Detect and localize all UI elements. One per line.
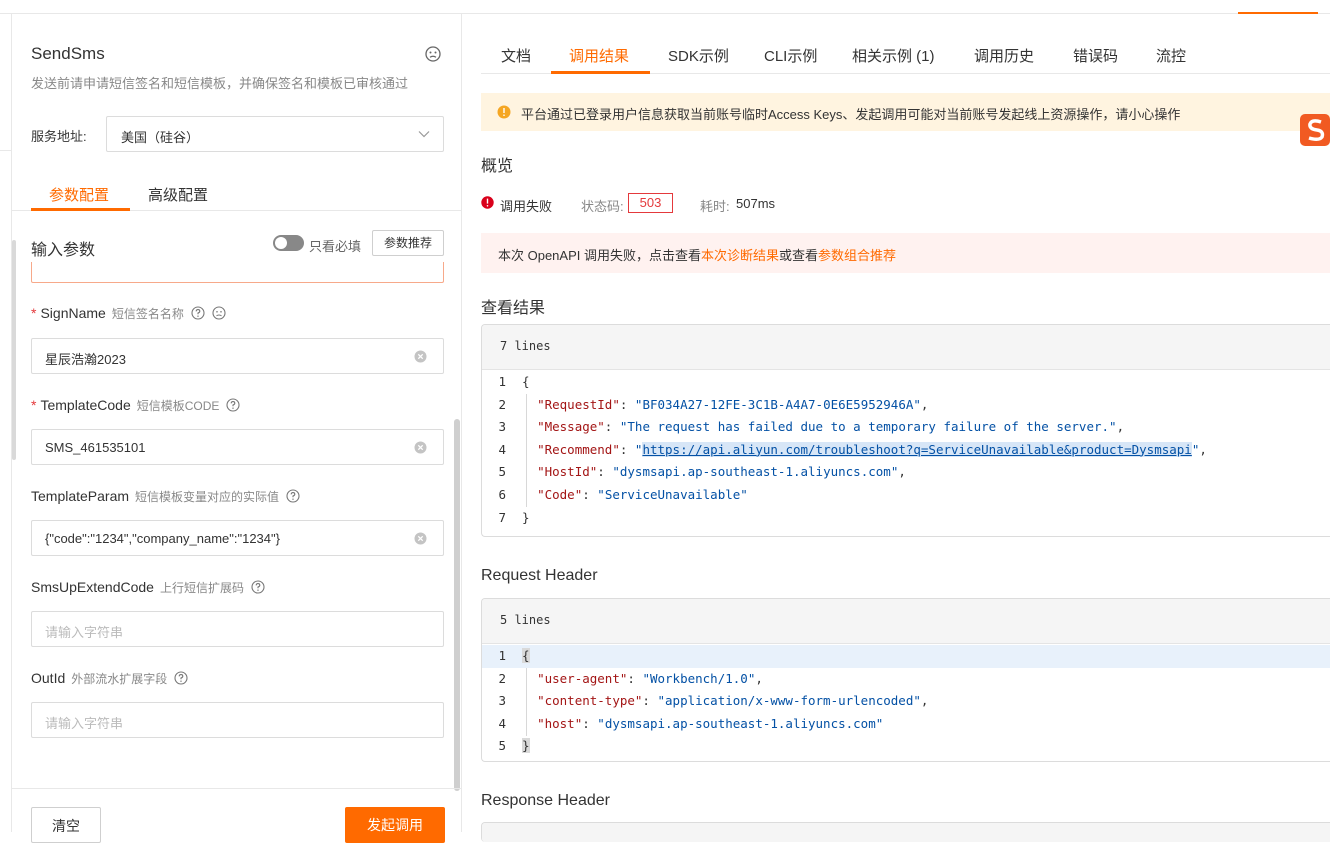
- face-neutral-icon[interactable]: [425, 46, 441, 62]
- code-line: 5}: [498, 738, 530, 754]
- response-header-title: Response Header: [481, 792, 610, 809]
- elapsed-label: 耗时:: [700, 199, 730, 214]
- smsupextendcode-input[interactable]: 请输入字符串: [31, 611, 444, 647]
- warning-banner: 平台通过已登录用户信息获取当前账号临时Access Keys、发起调用可能对当前…: [481, 93, 1330, 131]
- input-params-title: 输入参数: [31, 242, 96, 259]
- outid-placeholder: 请输入字符串: [45, 716, 124, 731]
- response-header-head: [482, 823, 1330, 842]
- field-label-templatecode: * TemplateCode 短信模板CODE: [31, 397, 240, 414]
- code-line: 4 "host": "dysmsapi.ap-southeast-1.aliyu…: [498, 715, 884, 731]
- response-header-code-viewer[interactable]: [481, 822, 1330, 842]
- code-line: 5 "HostId": "dysmsapi.ap-southeast-1.ali…: [498, 464, 906, 480]
- tab-cli-example[interactable]: CLI示例: [764, 45, 817, 66]
- question-circle-icon[interactable]: [191, 306, 205, 320]
- param-combo-recommend-link[interactable]: 参数组合推荐: [818, 248, 896, 263]
- smsupextendcode-placeholder: 请输入字符串: [45, 625, 124, 640]
- request-header-lines-count: 5 lines: [482, 599, 1330, 644]
- tab-sdk-example[interactable]: SDK示例: [668, 45, 729, 66]
- status-code-label: 状态码:: [581, 199, 624, 214]
- question-circle-icon[interactable]: [226, 398, 240, 412]
- service-region-value: 美国（硅谷）: [121, 130, 200, 145]
- previous-field-input[interactable]: [31, 262, 444, 283]
- templatecode-input[interactable]: SMS_461535101: [31, 429, 444, 465]
- code-line: 1{: [482, 645, 1330, 668]
- service-region-select[interactable]: 美国（硅谷）: [106, 116, 444, 152]
- tab-param-config[interactable]: 参数配置: [49, 184, 109, 205]
- code-line: 2 "RequestId": "BF034A27-12FE-3C1B-A4A7-…: [498, 396, 929, 412]
- params-panel: SendSms 发送前请申请短信签名和短信模板，并确保签名和模板已审核通过 服务…: [12, 14, 462, 843]
- diagnosis-banner: 本次 OpenAPI 调用失败，点击查看本次诊断结果或查看参数组合推荐: [481, 233, 1330, 273]
- tab-error-codes[interactable]: 错误码: [1073, 45, 1118, 66]
- active-tab-underline: [551, 71, 650, 74]
- question-circle-icon[interactable]: [286, 489, 300, 503]
- signname-value: 星辰浩瀚2023: [45, 352, 126, 367]
- param-recommend-button[interactable]: 参数推荐: [372, 230, 444, 256]
- code-line: 3 "content-type": "application/x-www-for…: [498, 693, 929, 709]
- left-edge-sidebar: [0, 14, 12, 832]
- required-only-label: 只看必填: [309, 239, 362, 254]
- tab-advanced-config[interactable]: 高级配置: [148, 184, 208, 205]
- error-circle-icon: [481, 196, 494, 209]
- clear-button[interactable]: 清空: [31, 807, 101, 843]
- result-lines-count: 7 lines: [482, 325, 1330, 370]
- diagnosis-result-link[interactable]: 本次诊断结果: [701, 248, 779, 263]
- invoke-button[interactable]: 发起调用: [345, 807, 445, 843]
- signname-input[interactable]: 星辰浩瀚2023: [31, 338, 444, 374]
- diagnosis-middle-text: 或查看: [779, 248, 819, 263]
- face-neutral-icon[interactable]: [212, 306, 226, 320]
- tab-related-examples[interactable]: 相关示例 (1): [852, 45, 935, 66]
- result-panel: 文档 调用结果 SDK示例 CLI示例 相关示例 (1) 调用历史 错误码 流控…: [463, 14, 1330, 842]
- overview-title: 概览: [481, 158, 514, 175]
- code-line: 7}: [498, 509, 530, 525]
- code-line: 1{: [498, 374, 530, 389]
- warning-text: 平台通过已登录用户信息获取当前账号临时Access Keys、发起调用可能对当前…: [521, 107, 1181, 122]
- clear-circle-icon[interactable]: [414, 441, 427, 454]
- status-text: 调用失败: [500, 199, 553, 214]
- field-label-smsupextendcode: SmsUpExtendCode 上行短信扩展码: [31, 579, 265, 596]
- code-line: 2 "user-agent": "Workbench/1.0",: [498, 670, 763, 686]
- tab-call-history[interactable]: 调用历史: [974, 45, 1034, 66]
- clear-circle-icon[interactable]: [414, 350, 427, 363]
- elapsed-value: 507ms: [736, 196, 776, 211]
- code-line: 6 "Code": "ServiceUnavailable": [498, 486, 748, 502]
- status-code-badge: 503: [628, 193, 673, 213]
- question-circle-icon[interactable]: [174, 671, 188, 685]
- field-label-signname: * SignName 短信签名名称: [31, 305, 226, 322]
- request-header-code-viewer[interactable]: 5 lines 1{ 2 "user-agent": "Workbench/1.…: [481, 598, 1330, 762]
- request-header-title: Request Header: [481, 567, 598, 584]
- clear-circle-icon[interactable]: [414, 532, 427, 545]
- question-circle-icon[interactable]: [251, 580, 265, 594]
- tab-flow-control[interactable]: 流控: [1156, 45, 1186, 66]
- top-bar: [0, 0, 1330, 14]
- code-line: 3 "Message": "The request has failed due…: [498, 419, 1125, 435]
- templatecode-value: SMS_461535101: [45, 440, 146, 455]
- action-bar-divider: [12, 788, 462, 789]
- result-title: 查看结果: [481, 300, 546, 317]
- field-label-outid: OutId 外部流水扩展字段: [31, 670, 188, 687]
- api-name: SendSms: [31, 44, 105, 63]
- result-code-viewer[interactable]: 7 lines 1{ 2 "RequestId": "BF034A27-12FE…: [481, 324, 1330, 537]
- outid-input[interactable]: 请输入字符串: [31, 702, 444, 738]
- outer-scrollbar[interactable]: [12, 240, 18, 820]
- diagnosis-text: 本次 OpenAPI 调用失败，点击查看: [498, 248, 701, 263]
- service-label: 服务地址:: [31, 129, 87, 144]
- warning-circle-icon: [497, 105, 511, 119]
- recommend-link[interactable]: https://api.aliyun.com/troubleshoot?q=Se…: [642, 441, 1192, 457]
- tab-call-result[interactable]: 调用结果: [569, 45, 629, 66]
- params-scrollbar[interactable]: [454, 419, 460, 791]
- code-line: 4 "Recommend": "https://api.aliyun.com/t…: [498, 441, 1207, 457]
- templateparam-value: {"code":"1234","company_name":"1234"}: [45, 531, 280, 546]
- required-only-toggle[interactable]: [273, 235, 304, 251]
- field-label-templateparam: TemplateParam 短信模板变量对应的实际值: [31, 488, 300, 505]
- active-tab-underline: [31, 208, 130, 211]
- tab-docs[interactable]: 文档: [501, 45, 531, 66]
- ime-badge-icon[interactable]: [1300, 110, 1330, 150]
- templateparam-input[interactable]: {"code":"1234","company_name":"1234"}: [31, 520, 444, 556]
- chevron-down-icon: [418, 131, 430, 138]
- api-description: 发送前请申请短信签名和短信模板，并确保签名和模板已审核通过: [31, 76, 409, 91]
